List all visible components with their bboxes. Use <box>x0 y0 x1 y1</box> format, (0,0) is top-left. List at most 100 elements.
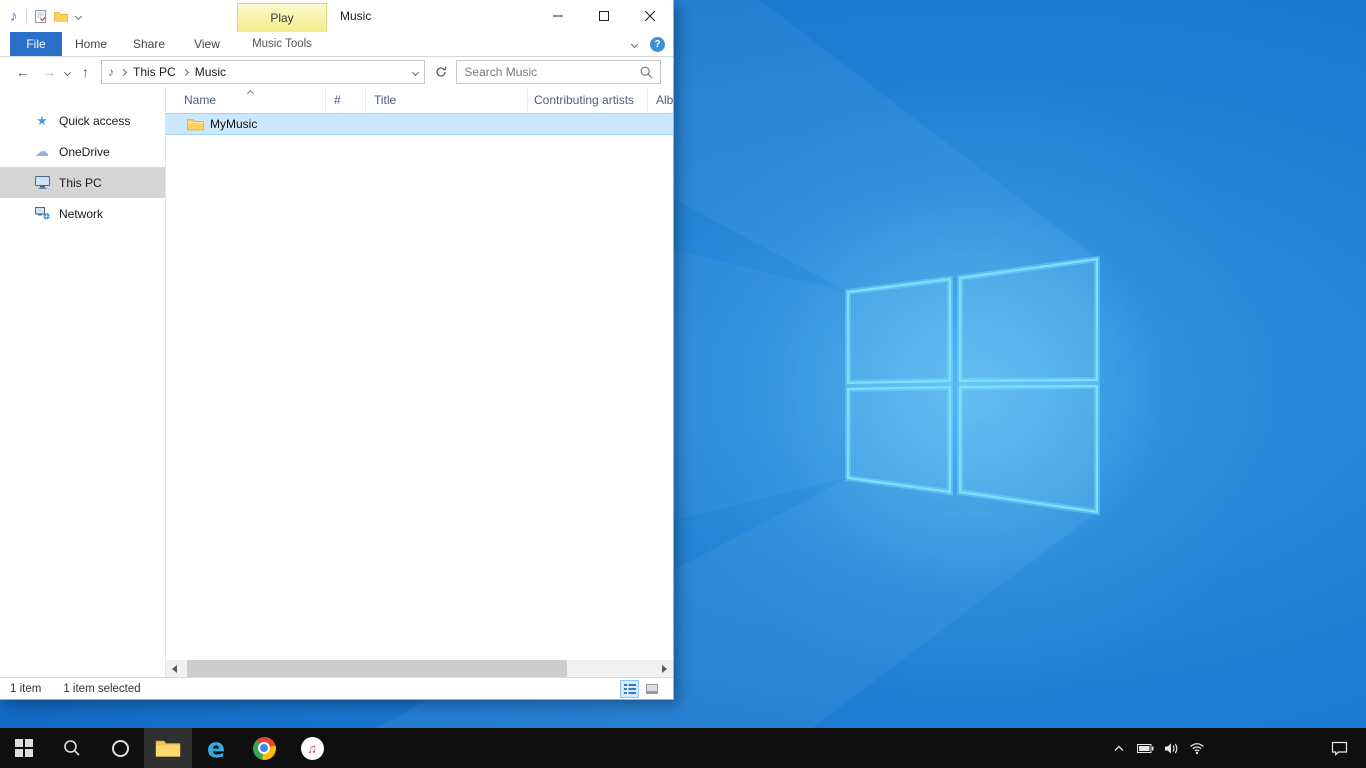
sidebar-item-quick-access[interactable]: ★ Quick access <box>0 105 165 136</box>
refresh-button[interactable] <box>430 60 451 84</box>
scroll-right-arrow[interactable] <box>656 660 673 677</box>
details-view-button[interactable] <box>620 680 639 698</box>
tab-view[interactable]: View <box>178 32 236 56</box>
chrome-icon <box>253 737 276 760</box>
computer-icon <box>34 176 50 189</box>
titlebar[interactable]: ♪ Play Music <box>0 0 673 32</box>
horizontal-scrollbar[interactable] <box>166 660 673 677</box>
folder-icon <box>187 118 204 131</box>
breadcrumb-chevron-icon[interactable] <box>120 68 127 75</box>
thumbnails-view-icon <box>646 684 658 694</box>
search-box <box>456 60 661 84</box>
sidebar-item-label: OneDrive <box>59 145 110 159</box>
taskbar-edge-button[interactable]: e <box>192 728 240 768</box>
column-header-name[interactable]: Name <box>166 87 326 113</box>
ribbon-right-controls: ? <box>632 32 665 56</box>
taskbar-file-explorer-button[interactable] <box>144 728 192 768</box>
tab-music-tools[interactable]: Music Tools <box>237 32 327 56</box>
windows-start-icon <box>15 739 33 757</box>
file-explorer-icon <box>155 738 181 758</box>
breadcrumb-this-pc[interactable]: This PC <box>133 65 176 79</box>
scroll-left-arrow[interactable] <box>166 660 183 677</box>
address-bar[interactable]: ♪ This PC Music <box>101 60 425 84</box>
column-header-album[interactable]: Alb <box>648 87 673 113</box>
close-icon <box>645 11 655 21</box>
taskbar-chrome-button[interactable] <box>240 728 288 768</box>
details-view-icon <box>624 684 636 694</box>
tray-expand-button[interactable] <box>1106 728 1132 768</box>
address-music-note-icon: ♪ <box>108 66 114 78</box>
minimize-icon <box>553 11 563 21</box>
system-tray <box>1106 728 1366 768</box>
volume-button[interactable] <box>1158 728 1184 768</box>
quick-access-toolbar: ♪ <box>10 0 81 32</box>
tab-file[interactable]: File <box>10 32 62 56</box>
minimize-button[interactable] <box>535 0 581 32</box>
help-icon[interactable]: ? <box>650 37 665 52</box>
taskbar-search-button[interactable] <box>48 728 96 768</box>
navigation-pane: ★ Quick access ☁ OneDrive This PC <box>0 87 166 677</box>
file-rows[interactable]: MyMusic <box>166 113 673 677</box>
tab-share[interactable]: Share <box>120 32 178 56</box>
taskbar-itunes-button[interactable]: ♫ <box>288 728 336 768</box>
tab-home[interactable]: Home <box>62 32 120 56</box>
file-list-pane: Name # Title Contributing artists Alb My… <box>166 87 673 677</box>
up-button[interactable]: ↑ <box>75 64 96 80</box>
history-chevron-icon[interactable] <box>64 69 71 76</box>
cortana-button[interactable] <box>96 728 144 768</box>
sidebar-item-onedrive[interactable]: ☁ OneDrive <box>0 136 165 167</box>
refresh-icon <box>435 66 447 78</box>
file-row-mymusic[interactable]: MyMusic <box>166 113 673 135</box>
breadcrumb-chevron-icon[interactable] <box>182 68 189 75</box>
expand-ribbon-chevron-icon[interactable] <box>631 40 638 47</box>
desktop-glow <box>640 70 1300 710</box>
speaker-icon <box>1164 742 1179 755</box>
address-bar-row: ← → ↑ ♪ This PC Music <box>0 57 673 87</box>
search-icon <box>62 738 82 758</box>
thumbnails-view-button[interactable] <box>642 680 661 698</box>
back-button[interactable]: ← <box>12 64 33 80</box>
edge-icon: e <box>207 735 225 762</box>
search-input[interactable] <box>464 65 634 79</box>
network-wifi-button[interactable] <box>1184 728 1210 768</box>
new-folder-icon[interactable] <box>54 11 68 22</box>
maximize-icon <box>599 11 609 21</box>
properties-icon[interactable] <box>35 10 46 23</box>
column-header-contributing-artists[interactable]: Contributing artists <box>528 87 648 113</box>
selection-status: 1 item selected <box>63 683 140 695</box>
item-count: 1 item <box>10 683 41 695</box>
taskbar: e ♫ <box>0 728 1366 768</box>
sidebar-item-label: This PC <box>59 176 102 190</box>
battery-icon <box>1137 744 1154 753</box>
breadcrumb-music[interactable]: Music <box>195 65 226 79</box>
start-button[interactable] <box>0 728 48 768</box>
window-title: Music <box>340 0 371 32</box>
maximize-button[interactable] <box>581 0 627 32</box>
battery-button[interactable] <box>1132 728 1158 768</box>
cloud-icon: ☁ <box>34 143 50 160</box>
sidebar-item-label: Network <box>59 207 103 221</box>
column-header-title[interactable]: Title <box>366 87 528 113</box>
wifi-icon <box>1189 742 1205 755</box>
ribbon-tab-row: File Home Share View Music Tools ? <box>0 32 673 57</box>
action-center-button[interactable] <box>1326 728 1352 768</box>
star-icon: ★ <box>34 113 50 129</box>
sidebar-item-label: Quick access <box>59 114 130 128</box>
sidebar-item-this-pc[interactable]: This PC <box>0 167 165 198</box>
itunes-icon: ♫ <box>301 737 324 760</box>
qat-chevron-down-icon[interactable] <box>74 12 81 19</box>
column-header-number[interactable]: # <box>326 87 366 113</box>
explorer-window: ♪ Play Music Fil <box>0 0 674 700</box>
scrollbar-thumb[interactable] <box>187 660 567 677</box>
file-name: MyMusic <box>210 117 257 131</box>
address-dropdown-chevron-icon[interactable] <box>412 68 419 75</box>
network-icon <box>34 207 50 220</box>
search-icon[interactable] <box>640 66 653 79</box>
chevron-up-icon <box>1113 744 1125 752</box>
contextual-group-play[interactable]: Play <box>237 3 327 32</box>
forward-button[interactable]: → <box>38 64 59 80</box>
sidebar-item-network[interactable]: Network <box>0 198 165 229</box>
separator <box>26 9 27 23</box>
window-controls <box>535 0 673 32</box>
close-button[interactable] <box>627 0 673 32</box>
